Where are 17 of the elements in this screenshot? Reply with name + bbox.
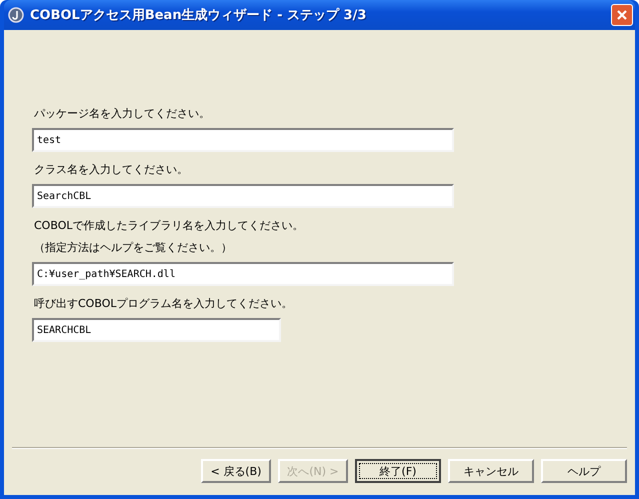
text-field[interactable]: test [32, 128, 454, 152]
text-field[interactable]: C:¥user_path¥SEARCH.dll [32, 262, 454, 286]
text-field[interactable]: SEARCHCBL [32, 318, 281, 342]
dialog-button[interactable]: キャンセル [448, 459, 534, 483]
field-label: 呼び出すCOBOLプログラム名を入力してください。 [34, 296, 294, 312]
dialog-button[interactable]: ヘルプ [541, 459, 627, 483]
field-label: クラス名を入力してください。 [34, 162, 189, 178]
close-icon [616, 9, 628, 21]
field-label: COBOLで作成したライブラリ名を入力してください。 [34, 218, 304, 234]
field-label: パッケージ名を入力してください。 [34, 106, 211, 122]
close-button[interactable] [611, 4, 633, 26]
dialog-button[interactable]: < 戻る(B) [201, 459, 271, 483]
field-label: （指定方法はヘルプをご覧ください。） [34, 240, 233, 256]
app-icon [8, 7, 24, 23]
dialog-button[interactable]: 終了(F) [355, 459, 441, 483]
text-field[interactable]: SearchCBL [32, 184, 454, 208]
window-title: COBOLアクセス用Bean生成ウィザード - ステップ 3/3 [30, 6, 368, 24]
